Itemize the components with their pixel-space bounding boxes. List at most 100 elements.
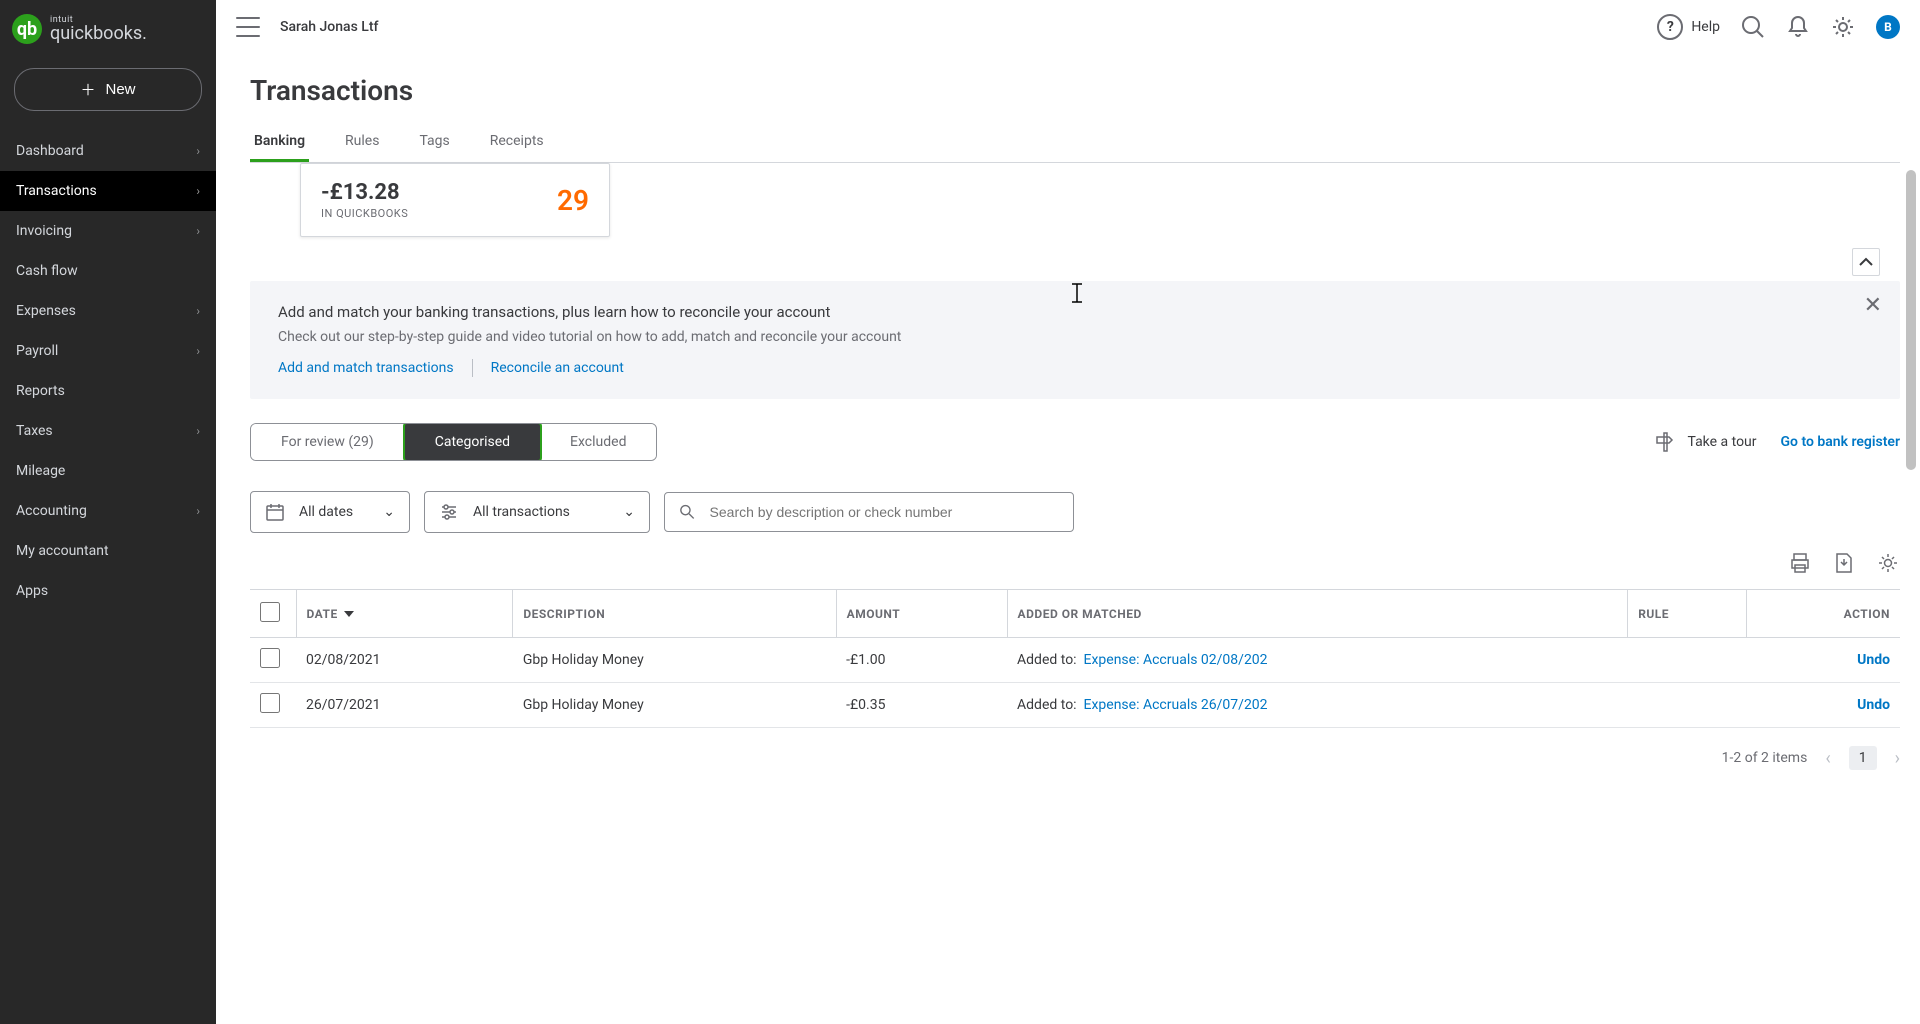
subtab-tags[interactable]: Tags	[415, 123, 453, 162]
search-input-wrap[interactable]	[664, 492, 1074, 532]
print-icon[interactable]	[1788, 551, 1812, 575]
bank-register-link[interactable]: Go to bank register	[1781, 434, 1900, 450]
nav-label: My accountant	[16, 543, 109, 559]
menu-toggle-icon[interactable]	[236, 17, 260, 37]
col-amount[interactable]: AMOUNT	[836, 590, 1007, 638]
sidebar-item-taxes[interactable]: Taxes ›	[0, 411, 216, 451]
cell-desc: Gbp Holiday Money	[513, 683, 836, 728]
sidebar-item-apps[interactable]: Apps	[0, 571, 216, 611]
col-date[interactable]: DATE	[296, 590, 513, 638]
nav-label: Reports	[16, 383, 65, 399]
prev-page-icon[interactable]: ‹	[1825, 748, 1830, 769]
account-amount: -£13.28	[321, 180, 408, 205]
collapse-chevron-up-icon[interactable]	[1852, 248, 1880, 276]
subtab-banking[interactable]: Banking	[250, 123, 309, 162]
cell-rule	[1628, 683, 1747, 728]
cell-amount: -£1.00	[836, 638, 1007, 683]
avatar[interactable]: B	[1876, 15, 1900, 39]
nav-label: Apps	[16, 583, 48, 599]
help-label: Help	[1691, 19, 1720, 35]
col-action[interactable]: ACTION	[1747, 590, 1900, 638]
txn-filter-select[interactable]: All transactions ⌄	[424, 491, 650, 533]
cell-date: 02/08/2021	[296, 638, 513, 683]
link-reconcile[interactable]: Reconcile an account	[491, 360, 624, 376]
row-checkbox[interactable]	[260, 693, 280, 713]
sidebar-item-expenses[interactable]: Expenses ›	[0, 291, 216, 331]
settings-gear-icon[interactable]	[1830, 14, 1856, 40]
cell-rule	[1628, 638, 1747, 683]
cell-date: 26/07/2021	[296, 683, 513, 728]
sidebar-item-my-accountant[interactable]: My accountant	[0, 531, 216, 571]
new-button[interactable]: ＋ New	[14, 68, 202, 111]
undo-link[interactable]: Undo	[1857, 652, 1890, 668]
sidebar-item-invoicing[interactable]: Invoicing›	[0, 211, 216, 251]
segment-for[interactable]: For review (29)	[251, 424, 405, 460]
subtab-receipts[interactable]: Receipts	[486, 123, 548, 162]
table-settings-gear-icon[interactable]	[1876, 551, 1900, 575]
plus-icon: ＋	[80, 79, 95, 100]
nav-label: Expenses	[16, 303, 76, 319]
close-icon[interactable]: ✕	[1864, 293, 1882, 318]
take-tour-link[interactable]: Take a tour	[1655, 432, 1756, 452]
link-separator	[472, 359, 473, 377]
cell-desc: Gbp Holiday Money	[513, 638, 836, 683]
page-title: Transactions	[250, 74, 1900, 107]
added-link[interactable]: Expense: Accruals 02/08/202	[1084, 652, 1268, 668]
sidebar-item-dashboard[interactable]: Dashboard›	[0, 131, 216, 171]
subtab-rules[interactable]: Rules	[341, 123, 383, 162]
row-checkbox[interactable]	[260, 648, 280, 668]
search-icon	[679, 503, 696, 521]
date-filter-select[interactable]: All dates ⌄	[250, 491, 410, 533]
table-row[interactable]: 26/07/2021 Gbp Holiday Money -£0.35 Adde…	[250, 683, 1900, 728]
nav-label: Taxes	[16, 423, 53, 439]
account-summary-card[interactable]: -£13.28 IN QUICKBOOKS 29	[300, 163, 610, 237]
col-added[interactable]: ADDED OR MATCHED	[1007, 590, 1628, 638]
link-add-match[interactable]: Add and match transactions	[278, 360, 454, 376]
search-input[interactable]	[710, 504, 1059, 520]
sidebar-item-transactions[interactable]: Transactions ›	[0, 171, 216, 211]
chevron-right-icon: ›	[196, 184, 200, 198]
segment-categorised[interactable]: Categorised	[403, 423, 542, 461]
vertical-scrollbar[interactable]	[1906, 170, 1916, 470]
help-icon: ?	[1657, 14, 1683, 40]
date-filter-label: All dates	[299, 504, 353, 520]
nav-label: Payroll	[16, 343, 58, 359]
chevron-right-icon: ›	[196, 504, 200, 518]
sidebar-item-cash-flow[interactable]: Cash flow	[0, 251, 216, 291]
segment-excluded[interactable]: Excluded	[540, 424, 656, 460]
added-link[interactable]: Expense: Accruals 26/07/202	[1084, 697, 1268, 713]
sliders-icon	[439, 502, 459, 522]
sidebar-item-payroll[interactable]: Payroll›	[0, 331, 216, 371]
help-button[interactable]: ? Help	[1657, 14, 1720, 40]
nav-label: Dashboard	[16, 143, 84, 159]
chevron-right-icon: ›	[196, 424, 200, 438]
logo-name: quickbooks.	[50, 25, 147, 43]
info-title: Add and match your banking transactions,…	[278, 303, 1872, 321]
info-subtitle: Check out our step-by-step guide and vid…	[278, 329, 1872, 345]
chevron-right-icon: ›	[196, 224, 200, 238]
col-rule[interactable]: RULE	[1628, 590, 1747, 638]
search-icon[interactable]	[1740, 14, 1766, 40]
chevron-right-icon: ›	[196, 304, 200, 318]
select-all-checkbox[interactable]	[260, 602, 280, 622]
company-name: Sarah Jonas Ltf	[280, 19, 378, 35]
table-row[interactable]: 02/08/2021 Gbp Holiday Money -£1.00 Adde…	[250, 638, 1900, 683]
info-banner: Add and match your banking transactions,…	[250, 281, 1900, 399]
export-icon[interactable]	[1832, 551, 1856, 575]
nav-label: Cash flow	[16, 263, 78, 279]
notifications-icon[interactable]	[1786, 15, 1810, 39]
tour-label: Take a tour	[1687, 434, 1756, 450]
signpost-icon	[1655, 432, 1677, 452]
txn-filter-label: All transactions	[473, 504, 570, 520]
undo-link[interactable]: Undo	[1857, 697, 1890, 713]
new-button-label: New	[106, 81, 136, 98]
sidebar-item-accounting[interactable]: Accounting›	[0, 491, 216, 531]
next-page-icon[interactable]: ›	[1895, 748, 1900, 769]
nav-label: Transactions	[16, 183, 97, 199]
chevron-down-icon: ⌄	[383, 504, 395, 520]
page-number[interactable]: 1	[1849, 746, 1877, 770]
sidebar-item-mileage[interactable]: Mileage	[0, 451, 216, 491]
sidebar-item-reports[interactable]: Reports	[0, 371, 216, 411]
cell-added: Added to: Expense: Accruals 02/08/202	[1007, 638, 1628, 683]
col-desc[interactable]: DESCRIPTION	[513, 590, 836, 638]
